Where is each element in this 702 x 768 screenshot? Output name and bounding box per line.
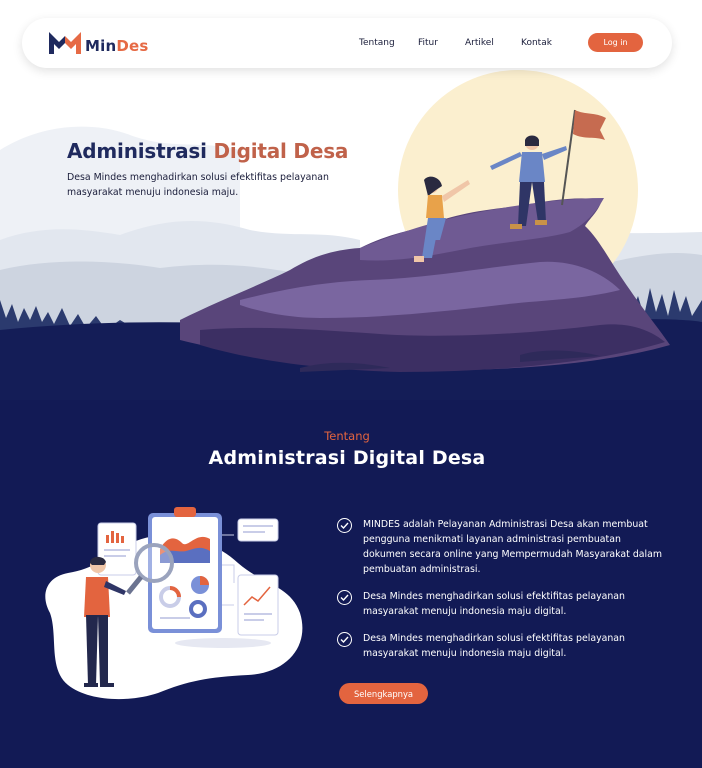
login-button[interactable]: Log in <box>588 33 643 52</box>
check-circle-icon <box>337 518 352 533</box>
list-item: Desa Mindes menghadirkan solusi efektifi… <box>337 631 667 661</box>
nav-link-tentang[interactable]: Tentang <box>359 38 395 48</box>
magnifier-icon <box>134 543 174 583</box>
read-more-button[interactable]: Selengkapnya <box>339 683 428 704</box>
check-circle-icon <box>337 590 352 605</box>
brand-name: MinDes <box>85 37 149 55</box>
about-kicker: Tentang <box>324 429 370 443</box>
check-circle-icon <box>337 632 352 647</box>
about-title: Administrasi Digital Desa <box>208 447 486 469</box>
nav-link-artikel[interactable]: Artikel <box>465 38 494 48</box>
nav-link-fitur[interactable]: Fitur <box>418 38 438 48</box>
brand-logo[interactable]: MinDes <box>48 30 158 58</box>
landing-page: MinDes Tentang Fitur Artikel Kontak Log … <box>0 0 702 768</box>
point-text: Desa Mindes menghadirkan solusi efektifi… <box>363 633 625 659</box>
list-item: MINDES adalah Pelayanan Administrasi Des… <box>337 517 667 577</box>
list-item: Desa Mindes menghadirkan solusi efektifi… <box>337 589 667 619</box>
hero-description: Desa Mindes menghadirkan solusi efektifi… <box>67 172 329 198</box>
about-illustration <box>45 507 303 700</box>
point-text: MINDES adalah Pelayanan Administrasi Des… <box>363 519 663 575</box>
navbar: MinDes Tentang Fitur Artikel Kontak Log … <box>22 18 672 68</box>
mindes-logo-icon <box>49 32 81 54</box>
about-points: MINDES adalah Pelayanan Administrasi Des… <box>337 517 667 673</box>
hero-title: Administrasi Digital Desa <box>67 139 349 163</box>
nav-link-kontak[interactable]: Kontak <box>521 38 552 48</box>
point-text: Desa Mindes menghadirkan solusi efektifi… <box>363 591 625 617</box>
